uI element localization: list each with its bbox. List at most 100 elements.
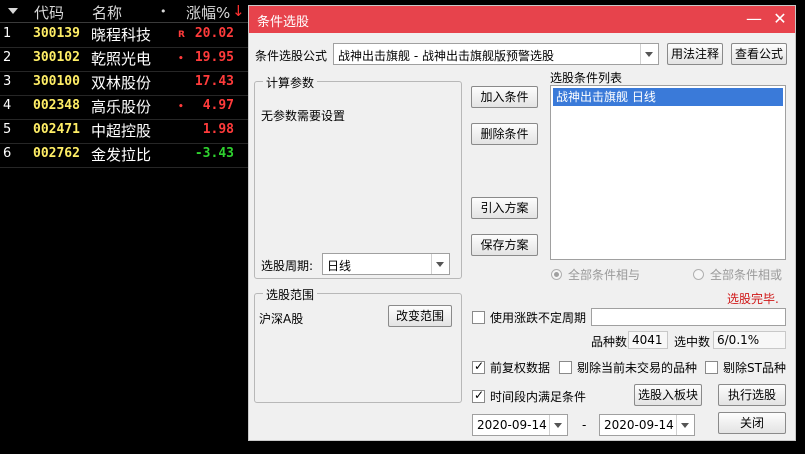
exclude-untraded-checkbox[interactable] xyxy=(559,361,572,374)
stock-tag: • xyxy=(178,54,184,64)
chevron-down-icon[interactable] xyxy=(640,44,658,64)
scope-value: 沪深A股 xyxy=(259,312,304,326)
exclude-untraded-label[interactable]: 剔除当前未交易的品种 xyxy=(577,359,697,376)
params-text: 无参数需要设置 xyxy=(261,109,346,123)
stock-name: 双林股份 xyxy=(91,74,152,92)
scope-group-title: 选股范围 xyxy=(263,286,318,303)
header-name[interactable]: 名称 xyxy=(92,2,122,23)
period-label: 选股周期: xyxy=(261,259,314,273)
radio-and-label[interactable]: 全部条件相与 xyxy=(568,266,640,283)
stock-name: 乾照光电 xyxy=(91,50,152,68)
use-period-label[interactable]: 使用涨跌不定周期 xyxy=(490,309,586,326)
table-row[interactable]: 5 002471 中超控股 1.98 xyxy=(0,119,248,144)
selected-label: 选中数 xyxy=(674,335,711,349)
dialog-titlebar[interactable]: 条件选股 — ✕ xyxy=(249,6,795,33)
stock-change: 1.98 xyxy=(202,122,234,137)
count-label: 品种数 xyxy=(591,335,628,349)
chevron-down-icon[interactable] xyxy=(431,254,449,274)
table-row[interactable]: 4 002348 高乐股份 • 4.97 xyxy=(0,95,248,120)
count-value: 4041 xyxy=(628,331,668,349)
date-to-value: 2020-09-14 xyxy=(604,418,674,432)
exclude-st-label[interactable]: 剔除ST品种 xyxy=(723,359,786,376)
to-block-button[interactable]: 选股入板块 xyxy=(634,384,702,406)
stock-tag: • xyxy=(178,102,184,112)
table-row[interactable]: 6 002762 金发拉比 -3.43 xyxy=(0,143,248,168)
stock-code: 300102 xyxy=(33,50,80,65)
header-dot: • xyxy=(160,5,167,18)
row-index: 4 xyxy=(3,98,12,113)
stock-tag: R xyxy=(178,30,185,40)
date-separator: - xyxy=(582,418,587,432)
period-input[interactable] xyxy=(591,308,786,326)
condition-list[interactable]: 战神出击旗舰 日线 xyxy=(550,85,786,260)
save-plan-button[interactable]: 保存方案 xyxy=(471,234,538,256)
condition-list-label: 选股条件列表 xyxy=(550,71,623,85)
table-row[interactable]: 2 300102 乾照光电 • 19.95 xyxy=(0,47,248,72)
stock-name: 金发拉比 xyxy=(91,146,152,164)
date-from-picker[interactable]: 2020-09-14 xyxy=(472,414,568,436)
period-select-value: 日线 xyxy=(327,259,352,273)
stock-change: 20.02 xyxy=(194,26,234,41)
radio-or-label[interactable]: 全部条件相或 xyxy=(710,266,782,283)
condition-selection-dialog: 条件选股 — ✕ 条件选股公式 战神出击旗舰 - 战神出击旗舰版预警选股 用法注… xyxy=(248,5,796,441)
usage-note-button[interactable]: 用法注释 xyxy=(667,43,723,65)
radio-or[interactable] xyxy=(693,269,704,280)
dialog-title: 条件选股 xyxy=(257,15,310,30)
row-index: 3 xyxy=(3,74,12,89)
condition-list-item[interactable]: 战神出击旗舰 日线 xyxy=(553,88,783,106)
stock-code: 002471 xyxy=(33,122,80,137)
stock-name: 中超控股 xyxy=(91,122,152,140)
formula-select-value: 战神出击旗舰 - 战神出击旗舰版预警选股 xyxy=(338,49,554,63)
stock-change: -3.43 xyxy=(194,146,234,161)
formula-select[interactable]: 战神出击旗舰 - 战神出击旗舰版预警选股 xyxy=(333,43,659,65)
add-condition-button[interactable]: 加入条件 xyxy=(471,86,538,108)
change-scope-button[interactable]: 改变范围 xyxy=(388,305,452,327)
stock-code: 300139 xyxy=(33,26,80,41)
formula-label: 条件选股公式 xyxy=(255,49,328,63)
adj-data-label[interactable]: 前复权数据 xyxy=(490,359,550,376)
menu-caret-icon[interactable] xyxy=(8,8,18,14)
stock-list-header: 代码 名称 • 涨幅% ↓ xyxy=(0,0,248,23)
row-index: 2 xyxy=(3,50,12,65)
scope-group: 选股范围 沪深A股 改变范围 xyxy=(254,286,462,403)
delete-condition-button[interactable]: 删除条件 xyxy=(471,123,538,145)
header-code[interactable]: 代码 xyxy=(34,2,64,23)
execute-selection-button[interactable]: 执行选股 xyxy=(718,384,786,406)
view-formula-button[interactable]: 查看公式 xyxy=(731,43,787,65)
exclude-st-checkbox[interactable] xyxy=(705,361,718,374)
row-index: 1 xyxy=(3,26,12,41)
minimize-icon[interactable]: — xyxy=(743,9,765,29)
chevron-down-icon[interactable] xyxy=(676,415,694,435)
table-row[interactable]: 1 300139 晓程科技 R 20.02 xyxy=(0,23,248,48)
row-index: 6 xyxy=(3,146,12,161)
close-button[interactable]: 关闭 xyxy=(718,412,786,434)
chevron-down-icon[interactable] xyxy=(549,415,567,435)
header-change[interactable]: 涨幅% xyxy=(186,2,230,23)
stock-change: 4.97 xyxy=(202,98,234,113)
time-range-checkbox[interactable] xyxy=(472,388,485,403)
stock-code: 002762 xyxy=(33,146,80,161)
stock-change: 17.43 xyxy=(194,74,234,89)
status-text: 选股完毕. xyxy=(727,292,779,306)
params-group: 计算参数 无参数需要设置 选股周期: 日线 xyxy=(254,74,462,279)
close-icon[interactable]: ✕ xyxy=(769,9,791,29)
radio-and[interactable] xyxy=(551,269,562,280)
params-group-title: 计算参数 xyxy=(263,74,318,91)
period-select[interactable]: 日线 xyxy=(322,253,450,275)
sort-desc-icon: ↓ xyxy=(232,2,245,20)
import-plan-button[interactable]: 引入方案 xyxy=(471,197,538,219)
stock-name: 晓程科技 xyxy=(91,26,152,44)
stock-list: 代码 名称 • 涨幅% ↓ 1 300139 晓程科技 R 20.02 2 300102 乾照… xyxy=(0,0,248,454)
stock-change: 19.95 xyxy=(194,50,234,65)
date-to-picker[interactable]: 2020-09-14 xyxy=(599,414,695,436)
table-row[interactable]: 3 300100 双林股份 17.43 xyxy=(0,71,248,96)
selected-value: 6/0.1% xyxy=(713,331,786,349)
use-period-checkbox[interactable] xyxy=(472,311,485,324)
stock-code: 300100 xyxy=(33,74,80,89)
row-index: 5 xyxy=(3,122,12,137)
adj-data-checkbox[interactable] xyxy=(472,359,485,374)
time-range-label[interactable]: 时间段内满足条件 xyxy=(490,388,586,405)
date-from-value: 2020-09-14 xyxy=(477,418,547,432)
stock-name: 高乐股份 xyxy=(91,98,152,116)
stock-code: 002348 xyxy=(33,98,80,113)
